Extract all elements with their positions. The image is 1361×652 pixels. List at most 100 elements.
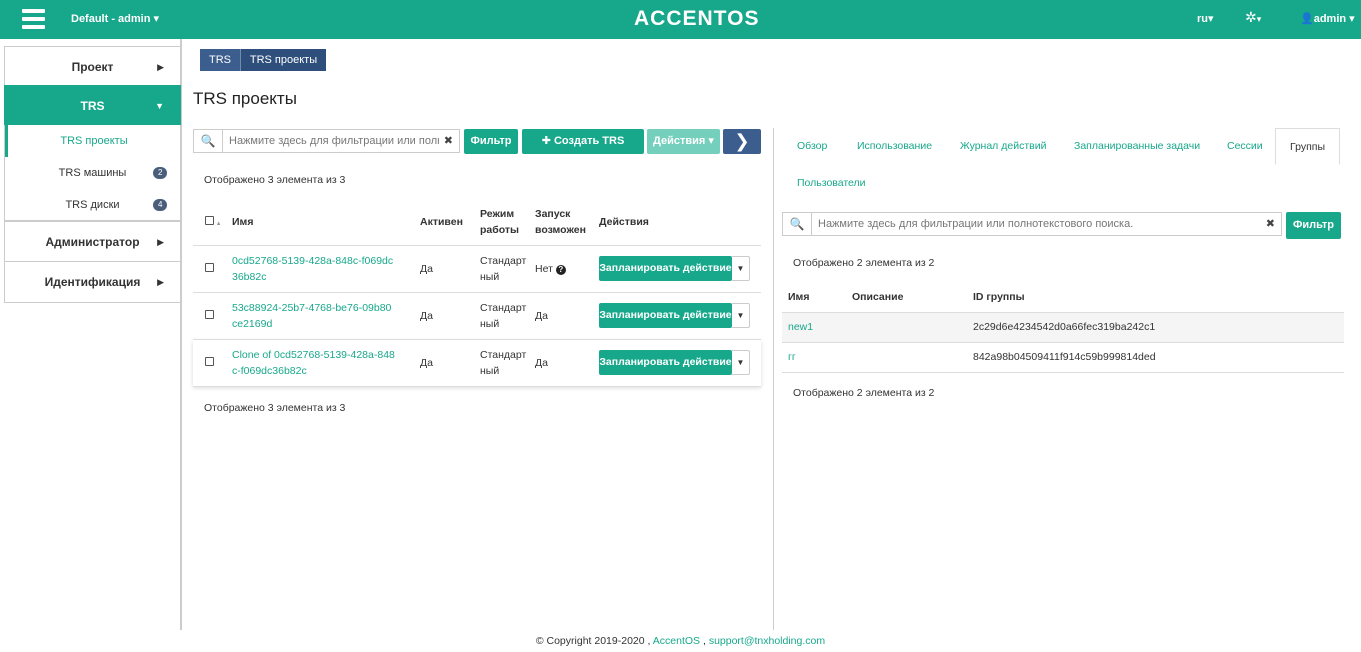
schedule-action-button[interactable]: Запланировать действие: [599, 303, 732, 328]
chevron-down-icon[interactable]: ▼: [732, 256, 750, 281]
chevron-down-icon: ▼: [155, 101, 164, 111]
active-value: Да: [420, 309, 433, 322]
mode-line: Стандарт: [480, 301, 527, 314]
col-launch: Запуск возможен: [535, 207, 586, 236]
sidebar-item-label: Проект: [71, 60, 114, 74]
groups-table: Имя Описание ID группы new1 2c29d6e42345…: [782, 283, 1344, 373]
tab-scheduled-tasks[interactable]: Запланированные задачи: [1074, 128, 1200, 165]
sidebar-item-label: TRS машины: [58, 167, 127, 179]
table-row: гг 842a98b04509411f914c59b999814ded: [782, 342, 1344, 372]
user-menu[interactable]: 👤admin ▾: [1300, 12, 1355, 25]
sidebar-item-trs-disks[interactable]: TRS диски 4: [5, 189, 180, 221]
group-link[interactable]: гг: [788, 351, 796, 363]
sidebar-item-trs-projects[interactable]: TRS проекты: [5, 125, 180, 157]
col-name[interactable]: Имя: [232, 199, 420, 245]
chevron-right-icon: ▶: [157, 237, 164, 247]
actions-dropdown-button[interactable]: Действия ▾: [647, 129, 720, 154]
sidebar-item-label: TRS: [80, 99, 105, 113]
hamburger-menu-icon[interactable]: [22, 9, 45, 29]
table-header: Имя Описание ID группы: [782, 283, 1344, 312]
name-line: 53c88924-25b7-4768-be76-09b80: [232, 301, 392, 314]
groups-filter-button[interactable]: Фильтр: [1286, 212, 1341, 239]
sidebar-item-trs[interactable]: TRS ▼: [4, 85, 181, 127]
mode-line: Стандарт: [480, 254, 527, 267]
name-line: c-f069dc36b82c: [232, 364, 307, 377]
select-all-checkbox[interactable]: ▲: [193, 199, 232, 245]
col-group-id: ID группы: [973, 291, 1025, 304]
breadcrumb-item[interactable]: TRS: [200, 49, 240, 71]
accentos-link[interactable]: AccentOS: [653, 635, 700, 647]
launch-value: Да: [535, 309, 548, 322]
question-circle-icon[interactable]: ?: [555, 264, 566, 275]
language-label: ru: [1197, 13, 1208, 25]
sidebar: Проект ▶ TRS ▼ TRS проекты TRS машины 2 TRS…: [0, 39, 182, 630]
chevron-down-icon[interactable]: ▼: [732, 303, 750, 328]
schedule-action-button[interactable]: Запланировать действие: [599, 350, 732, 375]
tab-groups[interactable]: Группы: [1275, 128, 1340, 165]
plus-icon: ✚: [541, 135, 554, 147]
search-input[interactable]: 🔍 Нажмите здесь для фильтрации или полно…: [193, 129, 460, 153]
support-email-link[interactable]: support@tnxholding.com: [709, 635, 825, 647]
count-badge: 4: [153, 199, 168, 211]
tab-action-log[interactable]: Журнал действий: [960, 128, 1046, 165]
gear-icon[interactable]: ✲▾: [1245, 9, 1261, 26]
sidebar-item-admin[interactable]: Администратор ▶: [4, 221, 181, 263]
table-header: ▲ Имя Активен Режим работы Запуск возмож…: [193, 199, 761, 245]
tab-overview[interactable]: Обзор: [797, 128, 827, 165]
language-selector[interactable]: ru▾: [1197, 12, 1214, 25]
col-active: Активен: [420, 215, 463, 228]
user-icon: 👤: [1300, 13, 1314, 25]
table-row: Clone of 0cd52768-5139-428a-848 c-f069dc3…: [193, 339, 761, 386]
table-row: new1 2c29d6e4234542d0a66fec319ba242c1: [782, 312, 1344, 342]
filter-button[interactable]: Фильтр: [464, 129, 518, 154]
user-label: admin: [1313, 13, 1347, 25]
chevron-down-icon[interactable]: ▼: [732, 350, 750, 375]
schedule-action-button[interactable]: Запланировать действие: [599, 256, 732, 281]
row-checkbox[interactable]: [205, 262, 214, 272]
groups-search-input[interactable]: 🔍 Нажмите здесь для фильтрации или полно…: [782, 212, 1282, 236]
item-count-bottom: Отображено 3 элемента из 3: [204, 402, 346, 414]
group-link[interactable]: new1: [788, 321, 813, 333]
project-link[interactable]: Clone of 0cd52768-5139-428a-848 c-f069dc3…: [232, 349, 395, 377]
launch-value: Нет ?: [535, 245, 599, 292]
sidebar-submenu: TRS проекты TRS машины 2 TRS диски 4: [4, 125, 181, 221]
tab-sessions[interactable]: Сессии: [1227, 128, 1263, 165]
clear-icon[interactable]: ✖: [444, 134, 453, 147]
table-row: 53c88924-25b7-4768-be76-09b80 ce2169d Да …: [193, 292, 761, 339]
sidebar-item-label: TRS проекты: [60, 135, 128, 147]
project-selector[interactable]: Default - admin ▾: [71, 12, 159, 25]
name-line: ce2169d: [232, 317, 273, 330]
page-title: TRS проекты: [193, 89, 297, 108]
name-line: Clone of 0cd52768-5139-428a-848: [232, 348, 395, 361]
row-checkbox[interactable]: [205, 356, 214, 366]
search-icon: 🔍: [783, 213, 812, 235]
project-link[interactable]: 0cd52768-5139-428a-848c-f069dc 36b82c: [232, 255, 393, 283]
groups-count-bottom: Отображено 2 элемента из 2: [793, 387, 935, 399]
breadcrumb-item: TRS проекты: [240, 49, 326, 71]
tab-usage[interactable]: Использование: [857, 128, 932, 165]
logo: ACCENTOS: [634, 7, 760, 30]
sidebar-item-trs-machines[interactable]: TRS машины 2: [5, 157, 180, 189]
group-id-value: 842a98b04509411f914c59b999814ded: [973, 351, 1156, 363]
mode-line: ный: [480, 270, 500, 283]
launch-value: Да: [535, 356, 548, 369]
search-placeholder: Нажмите здесь для фильтрации или полноте…: [818, 218, 1134, 230]
create-label: Создать TRS проект: [553, 135, 625, 172]
sidebar-item-label: TRS диски: [65, 199, 120, 211]
create-trs-project-button[interactable]: ✚ Создать TRS проект: [522, 129, 644, 172]
tab-users[interactable]: Пользователи: [797, 165, 866, 202]
project-link[interactable]: 53c88924-25b7-4768-be76-09b80 ce2169d: [232, 302, 391, 330]
mode-value: Стандарт ный: [480, 292, 535, 339]
sidebar-item-label: Администратор: [45, 235, 140, 249]
clear-icon[interactable]: ✖: [1266, 217, 1275, 230]
sidebar-item-identity[interactable]: Идентификация ▶: [4, 261, 181, 303]
group-id-value: 2c29d6e4234542d0a66fec319ba242c1: [973, 321, 1156, 333]
mode-line: ный: [480, 364, 500, 377]
active-value: Да: [420, 356, 433, 369]
col-mode: Режим работы: [480, 207, 520, 236]
sidebar-item-project[interactable]: Проект ▶: [4, 46, 181, 88]
row-checkbox[interactable]: [205, 309, 214, 319]
arrow-right-icon[interactable]: ❯: [723, 129, 761, 154]
count-badge: 2: [153, 167, 168, 179]
mode-line: ный: [480, 317, 500, 330]
